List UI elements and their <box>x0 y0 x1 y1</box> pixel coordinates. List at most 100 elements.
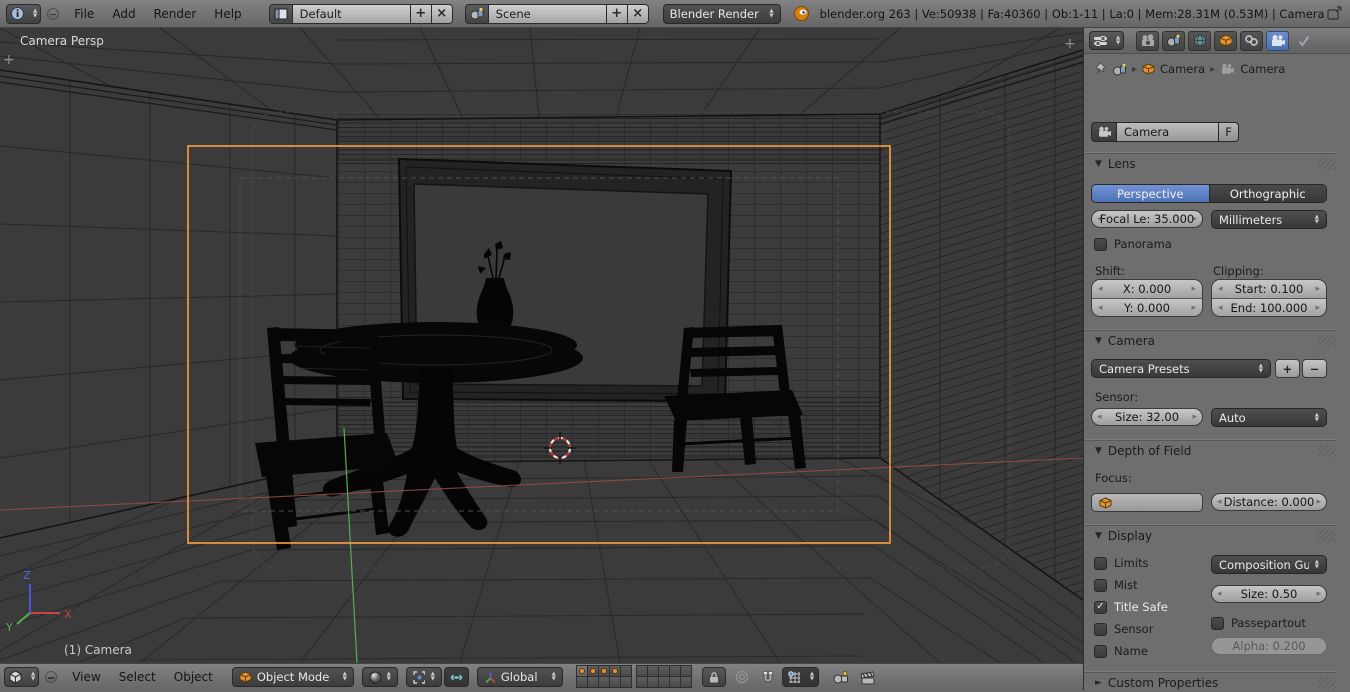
datablock-name-row: Camera F <box>1091 122 1239 142</box>
constraint-link-icon <box>1245 35 1259 46</box>
tab-constraints[interactable] <box>1240 30 1264 51</box>
checkbox[interactable] <box>1211 616 1224 630</box>
editor-type-selector[interactable] <box>1089 31 1125 50</box>
chevron-updown-icon <box>1253 364 1263 374</box>
tab-object[interactable] <box>1214 30 1238 51</box>
focal-length-field[interactable]: Focal Le: 35.000 <box>1091 210 1203 228</box>
tab-render[interactable] <box>1136 30 1160 51</box>
scene-icon[interactable] <box>464 3 489 24</box>
section-depth-of-field[interactable]: ▼ Depth of Field <box>1084 440 1336 460</box>
tab-physics[interactable] <box>1292 31 1315 51</box>
datablock-name-input[interactable]: Camera <box>1117 122 1219 142</box>
opengl-render-anim-button[interactable] <box>854 667 881 687</box>
clip-start-field[interactable]: Start: 0.100 <box>1212 280 1326 298</box>
collapse-menus-icon[interactable] <box>47 7 60 20</box>
section-lens[interactable]: ▼ Lens <box>1084 153 1336 173</box>
section-custom-properties[interactable]: ► Custom Properties <box>1084 672 1336 692</box>
sensor-fit-dropdown[interactable]: Auto <box>1211 408 1327 427</box>
sensor-size-field[interactable]: Size: 32.00 <box>1091 408 1203 426</box>
shading-sphere-icon <box>369 671 381 683</box>
chevron-updown-icon <box>763 9 773 19</box>
render-engine-dropdown[interactable]: Blender Render <box>662 3 781 24</box>
viewport-shading-dropdown[interactable] <box>361 667 398 687</box>
snap-element-dropdown[interactable] <box>781 667 820 687</box>
sensor-checkbox[interactable]: Sensor <box>1094 622 1153 636</box>
tab-scene[interactable] <box>1162 30 1186 51</box>
manipulator-toggle[interactable] <box>443 667 469 687</box>
camera-presets-dropdown[interactable]: Camera Presets <box>1091 359 1271 378</box>
checkbox[interactable] <box>1094 622 1107 636</box>
checkbox[interactable] <box>1094 644 1107 658</box>
window-duplicate-icon[interactable] <box>1326 5 1344 22</box>
delete-scene-button[interactable]: × <box>627 3 649 24</box>
layers-widget-group-1[interactable] <box>575 665 632 688</box>
menu-file[interactable]: File <box>65 7 103 21</box>
focus-object-field[interactable] <box>1091 493 1203 512</box>
shift-x-field[interactable]: X: 0.000 <box>1092 280 1202 298</box>
name-checkbox[interactable]: Name <box>1094 644 1148 658</box>
snap-toggle[interactable] <box>756 667 780 687</box>
menu-help[interactable]: Help <box>205 7 250 21</box>
menu-render[interactable]: Render <box>145 7 206 21</box>
scene-statistics: blender.org 263 | Ve:50938 | Fa:40360 | … <box>819 6 1325 21</box>
sensor-label: Sensor: <box>1095 390 1139 404</box>
perspective-button[interactable]: Perspective <box>1092 185 1209 202</box>
panel-drag-hatch-icon <box>1318 676 1336 689</box>
orthographic-button[interactable]: Orthographic <box>1208 185 1326 202</box>
checkbox-checked[interactable]: ✓ <box>1094 600 1107 614</box>
screen-layout-name[interactable]: Default <box>292 3 411 24</box>
checkbox[interactable] <box>1094 237 1107 251</box>
screen-layout-icon[interactable] <box>268 3 293 24</box>
delete-layout-button[interactable]: × <box>431 3 453 24</box>
fake-user-button[interactable]: F <box>1219 122 1239 142</box>
title-safe-checkbox[interactable]: ✓ Title Safe <box>1094 600 1168 614</box>
3d-viewport[interactable]: X Z Y Camera Persp (1) Camera + + <box>0 28 1084 664</box>
scene-icon[interactable] <box>1112 63 1127 76</box>
tab-object-data[interactable] <box>1266 30 1290 51</box>
breadcrumb-data[interactable]: Camera <box>1240 62 1285 76</box>
menu-add[interactable]: Add <box>103 7 144 21</box>
composition-guides-dropdown[interactable]: Composition Guid <box>1211 555 1327 574</box>
pivot-point-dropdown[interactable] <box>405 667 442 687</box>
lens-unit-dropdown[interactable]: Millimeters <box>1211 210 1327 229</box>
editor-type-selector[interactable] <box>4 667 40 687</box>
add-preset-button[interactable]: + <box>1275 359 1300 378</box>
tab-world[interactable] <box>1188 30 1212 51</box>
proportional-edit-toggle[interactable] <box>730 667 754 687</box>
menu-object[interactable]: Object <box>165 670 222 684</box>
remove-preset-button[interactable]: − <box>1302 359 1327 378</box>
collapse-menus-icon[interactable] <box>45 671 58 683</box>
clip-end-field[interactable]: End: 100.000 <box>1212 298 1326 316</box>
clipping-fields: Start: 0.100 End: 100.000 <box>1211 279 1327 317</box>
chevron-updown-icon <box>804 672 814 682</box>
blender-logo <box>793 6 809 21</box>
shift-y-field[interactable]: Y: 0.000 <box>1092 298 1202 316</box>
panel-drag-hatch-icon <box>1318 529 1336 542</box>
add-scene-button[interactable]: + <box>606 3 628 24</box>
passepartout-alpha-field: Alpha: 0.200 <box>1211 637 1327 655</box>
section-display[interactable]: ▼ Display <box>1084 525 1336 545</box>
menu-view[interactable]: View <box>63 670 109 684</box>
checkbox[interactable] <box>1094 556 1107 570</box>
lock-to-scene-toggle[interactable] <box>701 667 726 687</box>
limits-checkbox[interactable]: Limits <box>1094 556 1149 570</box>
breadcrumb-object[interactable]: Camera <box>1160 62 1205 76</box>
lens-type-toggle: Perspective Orthographic <box>1091 184 1327 203</box>
checkbox[interactable] <box>1094 578 1107 592</box>
dof-distance-field[interactable]: Distance: 0.000 <box>1211 493 1327 511</box>
section-camera[interactable]: ▼ Camera <box>1084 330 1336 350</box>
mist-checkbox[interactable]: Mist <box>1094 578 1138 592</box>
opengl-render-button[interactable] <box>827 667 854 687</box>
menu-select[interactable]: Select <box>110 670 165 684</box>
mode-dropdown[interactable]: Object Mode <box>231 667 354 687</box>
editor-type-selector[interactable] <box>6 3 42 24</box>
add-layout-button[interactable]: + <box>410 3 432 24</box>
layers-widget-group-2[interactable] <box>635 665 692 688</box>
chevron-updown-icon <box>1309 215 1319 225</box>
scene-name[interactable]: Scene <box>488 3 607 24</box>
panorama-checkbox[interactable]: Panorama <box>1094 237 1172 251</box>
pin-icon[interactable] <box>1094 62 1107 76</box>
passepartout-checkbox[interactable]: Passepartout <box>1211 616 1306 630</box>
transform-orientation-dropdown[interactable]: Global <box>476 667 563 687</box>
draw-size-field[interactable]: Size: 0.50 <box>1211 585 1327 603</box>
